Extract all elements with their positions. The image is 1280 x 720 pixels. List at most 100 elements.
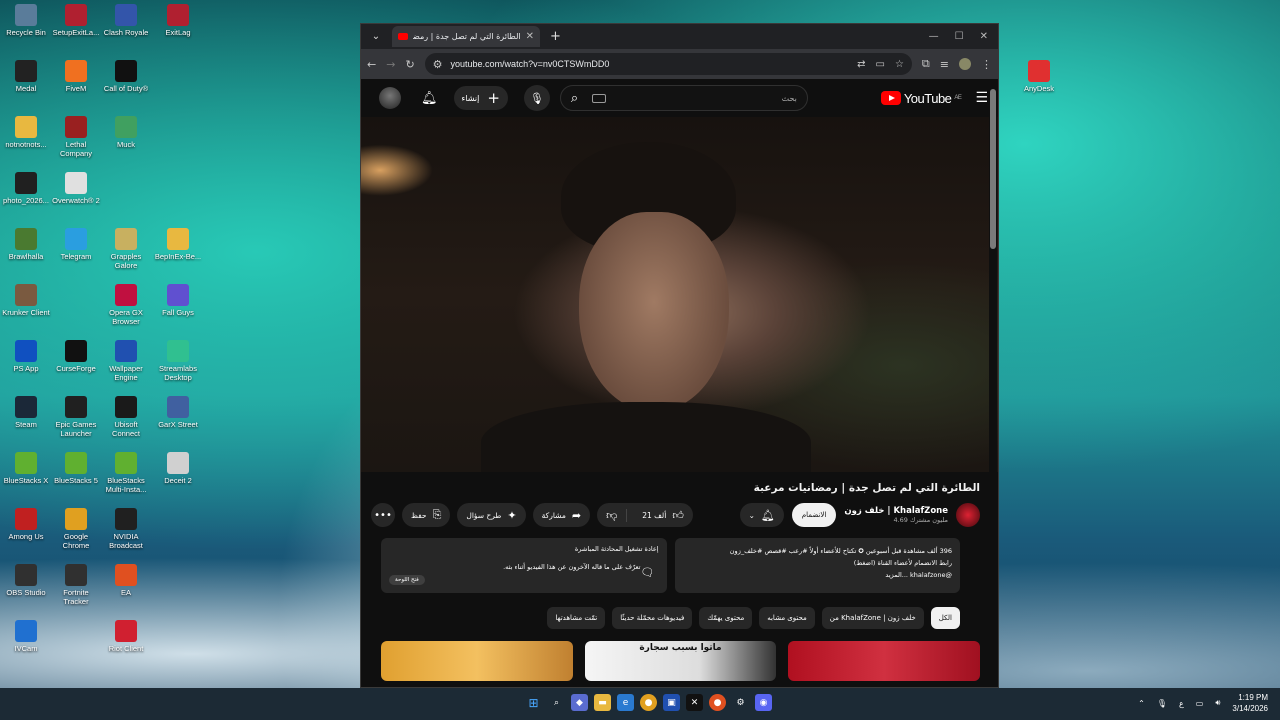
desktop-icon-among-us[interactable]: Among Us (0, 508, 52, 541)
filter-chip[interactable]: الكل (930, 607, 960, 629)
site-info-icon[interactable]: ⚙ (433, 58, 443, 71)
desktop-icon-folder[interactable]: BepInEx-Be... (152, 228, 204, 261)
save-button[interactable]: حفظ ⎘ (402, 503, 451, 527)
keyboard-icon[interactable] (592, 93, 607, 103)
filter-chip[interactable]: محتوى يهمّك (699, 607, 753, 629)
desktop-icon-bluestacks[interactable]: BlueStacks 5 (50, 452, 102, 485)
discord-icon[interactable]: ◉ (755, 694, 772, 711)
thumbnail-2[interactable]: ماتوا بسبب سجارة (584, 641, 777, 681)
desktop-icon-folder[interactable]: notnotnots... (0, 116, 52, 149)
copilot-icon[interactable]: ◆ (571, 694, 588, 711)
desktop-icon-obs[interactable]: OBS Studio (0, 564, 52, 597)
file-explorer-icon[interactable]: ▬ (594, 694, 611, 711)
desktop-icon-ps-app[interactable]: PS App (0, 340, 52, 373)
description-card[interactable]: 396 ألف مشاهدة قبل أسبوعين ✪ تكتاح للأعض… (674, 538, 960, 593)
volume-icon[interactable]: 🔊︎ (1215, 698, 1220, 708)
profile-avatar-icon[interactable] (959, 58, 971, 70)
maximize-button[interactable]: ☐ (955, 31, 964, 42)
back-button[interactable]: ← (367, 58, 376, 71)
youtube-logo[interactable]: YouTube AE (880, 91, 962, 106)
cast-icon[interactable]: ▭ (876, 59, 885, 70)
search-input[interactable]: ⌕ بحث (559, 85, 808, 111)
input-language[interactable]: ع (1179, 699, 1184, 708)
filter-chip[interactable]: تمّت مشاهدتها (547, 607, 606, 629)
account-avatar[interactable] (379, 87, 401, 109)
like-button[interactable]: 21 ألف 👍︎ (633, 509, 693, 522)
description-line-3[interactable]: @khalafzone ...المزيد (683, 569, 952, 581)
bookmark-star-icon[interactable]: ☆ (895, 59, 904, 70)
notifications-bell-icon[interactable]: 🔔︎ (421, 91, 438, 106)
share-button[interactable]: مشاركة ➦ (532, 503, 591, 527)
desktop-icon-grapples[interactable]: Grapples Galore (100, 228, 152, 270)
edge-icon[interactable]: e (617, 694, 634, 711)
close-tab-icon[interactable]: ✕ (526, 31, 534, 42)
firefox-icon[interactable]: ● (709, 694, 726, 711)
translate-icon[interactable]: ⇄ (857, 59, 865, 70)
browser-menu-icon[interactable]: ⋮ (981, 58, 992, 71)
join-button[interactable]: الانضمام (791, 503, 837, 527)
desktop-icon-chrome[interactable]: Google Chrome (50, 508, 102, 550)
filter-chip[interactable]: محتوى مشابه (759, 607, 815, 629)
channel-info[interactable]: خلف زون | KhalafZone 4.69 مليون مشترك (844, 506, 948, 524)
ask-button[interactable]: طرح سؤال ✦ (457, 503, 526, 527)
new-tab-button[interactable]: + (550, 29, 561, 44)
microphone-icon[interactable]: 🎙︎ (1157, 699, 1167, 708)
start-button-windows-icon[interactable]: ⊞ (525, 694, 542, 711)
curseforge-icon[interactable]: ✕ (686, 694, 703, 711)
browser-tab-active[interactable]: الطائرة التي لم تصل جدة | رمضانيات ✕ (392, 26, 540, 47)
notification-pref-button[interactable]: ⌄ 🔔︎ (739, 503, 784, 527)
desktop-icon-streamlabs[interactable]: Streamlabs Desktop (152, 340, 204, 382)
desktop-icon-nvidia[interactable]: NVIDIA Broadcast (100, 508, 152, 550)
desktop-icon-anydesk[interactable]: AnyDesk (1013, 60, 1065, 93)
wallpaper-engine-icon[interactable]: ▣ (663, 694, 680, 711)
dislike-button[interactable]: 👎︎ (597, 508, 628, 522)
desktop-icon-fall-guys[interactable]: Fall Guys (152, 284, 204, 317)
forward-button[interactable]: → (386, 58, 395, 71)
desktop-icon-bluestacks-x[interactable]: BlueStacks X (0, 452, 52, 485)
desktop-icon-ea[interactable]: EA (100, 564, 152, 597)
desktop-icon-deceit[interactable]: Deceit 2 (152, 452, 204, 485)
create-button[interactable]: إنشاء + (453, 86, 508, 110)
desktop-icon-exitlag[interactable]: SetupExitLa... (50, 4, 102, 37)
voice-search-mic-icon[interactable]: 🎙︎ (523, 85, 550, 111)
tray-overflow-chevron-icon[interactable]: ⌃ (1138, 699, 1145, 708)
tab-search-chevron-icon[interactable]: ⌄ (366, 27, 386, 47)
video-player[interactable] (361, 117, 998, 472)
desktop-icon-lethal-company[interactable]: Lethal Company (50, 116, 102, 158)
more-actions-button[interactable]: ••• (371, 503, 395, 527)
channel-name[interactable]: خلف زون | KhalafZone (844, 506, 948, 516)
media-controls-icon[interactable]: ≡ (940, 58, 949, 71)
close-window-button[interactable]: ✕ (980, 31, 988, 42)
desktop-icon-curseforge[interactable]: CurseForge (50, 340, 102, 373)
desktop-icon-krunker[interactable]: Krunker Client (0, 284, 52, 317)
desktop-icon-exitlag[interactable]: ExitLag (152, 4, 204, 37)
live-chat-replay-card[interactable]: إعادة تشغيل المحادثة المباشرة تعرّف على … (381, 538, 667, 593)
desktop-icon-brawlhalla[interactable]: Brawlhalla (0, 228, 52, 261)
desktop-icon-ubisoft[interactable]: Ubisoft Connect (100, 396, 152, 438)
channel-avatar[interactable] (956, 503, 980, 527)
thumbnail-1[interactable] (381, 641, 573, 681)
desktop-icon-clash-royale[interactable]: Clash Royale (100, 4, 152, 37)
desktop-icon-medal[interactable]: Medal (0, 60, 52, 93)
desktop-icon-overwatch[interactable]: Overwatch® 2 (50, 172, 102, 205)
filter-chip[interactable]: فيديوهات محمّلة حديثًا (612, 607, 693, 629)
desktop-icon-muck[interactable]: Muck (100, 116, 152, 149)
desktop-icon-garx[interactable]: GarX Street (152, 396, 204, 429)
desktop-icon-bluestacks-multi[interactable]: BlueStacks Multi-Insta... (100, 452, 152, 494)
network-icon[interactable]: ▭ (1196, 699, 1204, 708)
chrome-icon[interactable]: ● (640, 694, 657, 711)
search-icon[interactable]: ⌕ (571, 91, 578, 106)
desktop-icon-riot-client[interactable]: Riot Client (100, 620, 152, 653)
filter-chip[interactable]: من KhalafZone | خلف زون (821, 607, 924, 629)
settings-gear-icon[interactable]: ⚙ (732, 694, 749, 711)
minimize-button[interactable]: — (929, 31, 939, 42)
page-scrollbar[interactable] (989, 79, 997, 687)
search-icon[interactable]: ⌕ (548, 694, 565, 711)
desktop-icon-ivcam[interactable]: IVCam (0, 620, 52, 653)
desktop-icon-fivem[interactable]: FiveM (50, 60, 102, 93)
address-bar[interactable]: ⚙ youtube.com/watch?v=nv0CTSWmDD0 ⇄ ▭ ☆ (424, 53, 912, 75)
scrollbar-thumb[interactable] (990, 89, 996, 249)
desktop-icon-fortnite-tracker[interactable]: Fortnite Tracker (50, 564, 102, 606)
extensions-icon[interactable]: ⧉ (922, 57, 930, 71)
reload-button[interactable]: ↻ (405, 58, 414, 71)
